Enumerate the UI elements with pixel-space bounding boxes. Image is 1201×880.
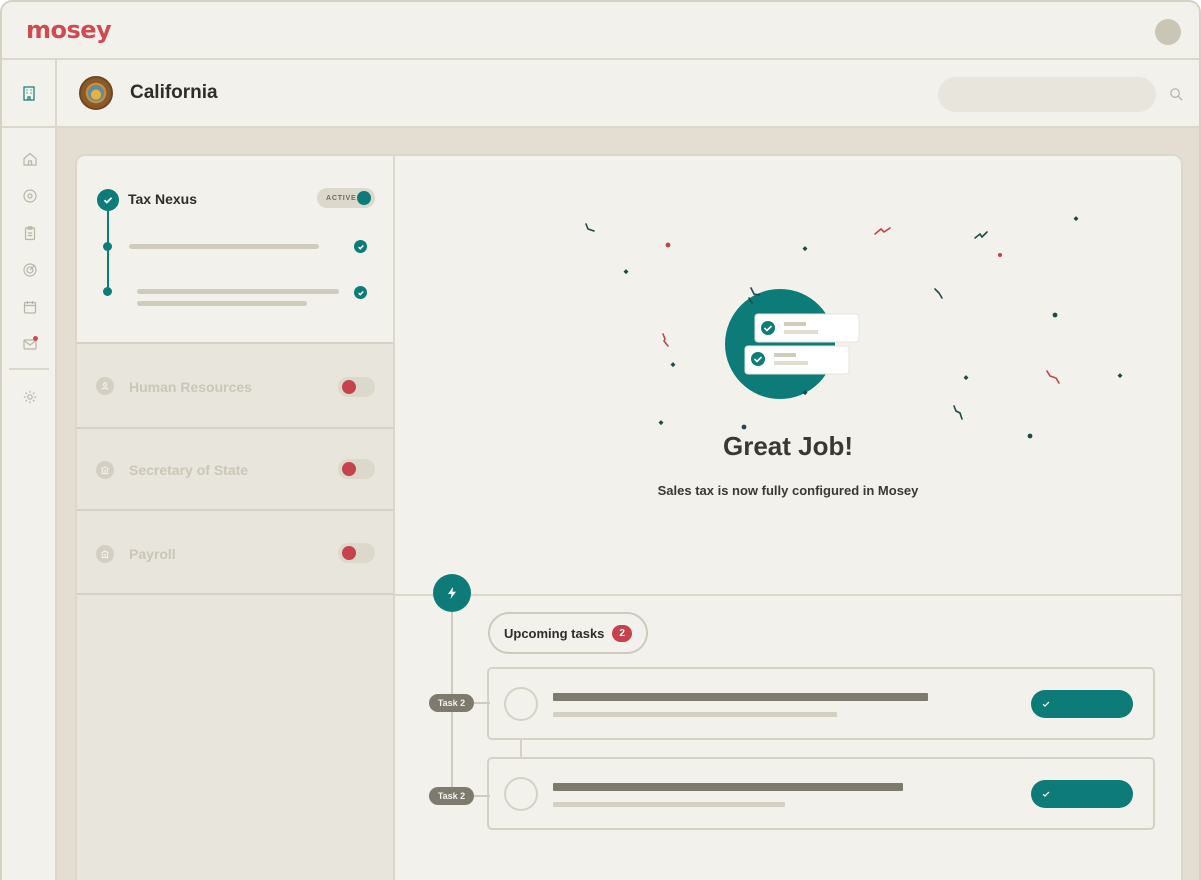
category-row-secretary-of-state[interactable]: Secretary of State (77, 429, 393, 511)
category-label: Secretary of State (129, 462, 249, 478)
task-desc-placeholder (553, 802, 785, 807)
category-toggle[interactable] (338, 377, 375, 397)
rail-entity[interactable] (2, 60, 55, 128)
nav-calendar[interactable] (2, 288, 57, 325)
confetti-illustration (585, 216, 1123, 439)
top-bar: mosey (2, 2, 1199, 60)
nav-inbox[interactable] (2, 325, 57, 362)
active-toggle[interactable]: ACTIVE (317, 188, 375, 208)
nav-home[interactable] (2, 140, 57, 177)
complete-task-button[interactable] (1031, 690, 1133, 718)
checklist-card (744, 345, 850, 375)
complete-task-button[interactable] (1031, 780, 1133, 808)
notification-dot (33, 336, 38, 341)
nav-locations[interactable] (2, 177, 57, 214)
task-tag: Task 2 (429, 694, 474, 712)
category-row-human-resources[interactable]: Human Resources (77, 344, 393, 429)
category-label: Payroll (129, 546, 176, 562)
check-icon (1042, 791, 1050, 798)
task-card[interactable] (487, 757, 1155, 830)
check-icon (1042, 701, 1050, 708)
category-row-payroll[interactable]: Payroll (77, 511, 393, 595)
step-check-icon (354, 240, 367, 253)
task-tag: Task 2 (429, 787, 474, 805)
task-checkbox[interactable] (504, 777, 538, 811)
app-window: mosey California Tax Nexus ACTIVE Human … (0, 0, 1201, 880)
task-desc-placeholder (553, 712, 837, 717)
person-badge-icon (96, 377, 114, 395)
task-card[interactable] (487, 667, 1155, 740)
nav-settings[interactable] (2, 378, 57, 415)
task-title-placeholder (553, 783, 903, 791)
main-panel: Tax Nexus ACTIVE Human Resources Secreta… (75, 154, 1183, 880)
upcoming-tasks-pill[interactable]: Upcoming tasks 2 (488, 612, 648, 654)
tag-connector (474, 795, 490, 797)
rail-divider (8, 368, 49, 370)
toggle-knob (357, 191, 371, 205)
timeline-dot (103, 287, 112, 296)
nav-goals[interactable] (2, 251, 57, 288)
category-title: Tax Nexus (128, 191, 197, 207)
page-title: California (130, 82, 218, 103)
location-pin-icon (22, 188, 37, 203)
confetti-dots (623, 216, 1123, 439)
checklist-card (754, 313, 860, 343)
calendar-icon (23, 300, 36, 314)
step-placeholder-bar (129, 244, 319, 249)
icon-rail (2, 60, 57, 880)
nav-tasks[interactable] (2, 214, 57, 251)
step-placeholder-bar (137, 289, 339, 294)
category-card-tax-nexus[interactable]: Tax Nexus ACTIVE (77, 156, 393, 344)
toggle-status-label: ACTIVE (326, 194, 357, 202)
state-seal (79, 76, 113, 110)
timeline-dot (103, 242, 112, 251)
building-icon (22, 86, 35, 101)
step-check-icon (354, 286, 367, 299)
avatar[interactable] (1155, 19, 1181, 45)
search-icon[interactable] (1169, 87, 1184, 102)
lightning-icon (433, 574, 471, 612)
category-list: Tax Nexus ACTIVE Human Resources Secreta… (77, 156, 395, 880)
home-icon (22, 152, 37, 166)
app-logo[interactable]: mosey (26, 16, 112, 44)
task-title-placeholder (553, 693, 928, 701)
upcoming-tasks-label: Upcoming tasks (504, 625, 605, 641)
page-header: California (57, 60, 1199, 128)
category-toggle[interactable] (338, 459, 375, 479)
task-count-badge: 2 (612, 624, 632, 642)
tag-connector (474, 702, 490, 704)
clipboard-icon (24, 225, 35, 240)
task-checkbox[interactable] (504, 687, 538, 721)
success-circle (725, 289, 835, 399)
bank-icon (96, 545, 114, 563)
target-icon (22, 262, 37, 277)
category-label: Human Resources (129, 379, 252, 395)
step-placeholder-bar (137, 301, 307, 306)
search-input[interactable] (938, 77, 1156, 112)
category-toggle[interactable] (338, 543, 375, 563)
gear-icon (23, 390, 36, 403)
bank-icon (96, 461, 114, 479)
